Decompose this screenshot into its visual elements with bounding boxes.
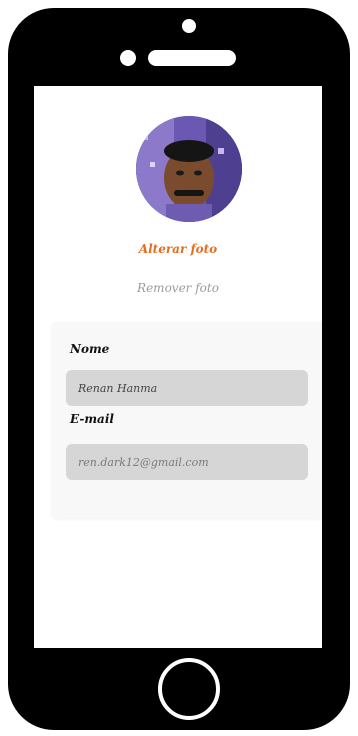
profile-form-card: Nome E-mail — [52, 322, 322, 518]
name-label: Nome — [70, 342, 110, 356]
name-field[interactable] — [66, 370, 308, 406]
front-camera — [182, 19, 196, 33]
earpiece-speaker — [148, 50, 236, 66]
home-button[interactable] — [158, 658, 220, 720]
change-photo-link[interactable]: Alterar foto — [34, 242, 322, 256]
email-label: E-mail — [70, 412, 114, 426]
phone-frame: Alterar foto Remover foto Nome E-mail — [8, 8, 350, 730]
avatar[interactable] — [136, 116, 242, 222]
email-field[interactable] — [66, 444, 308, 480]
avatar-photo — [136, 116, 242, 222]
proximity-sensor — [120, 50, 136, 66]
remove-photo-link[interactable]: Remover foto — [34, 281, 322, 295]
screen: Alterar foto Remover foto Nome E-mail — [34, 86, 322, 648]
